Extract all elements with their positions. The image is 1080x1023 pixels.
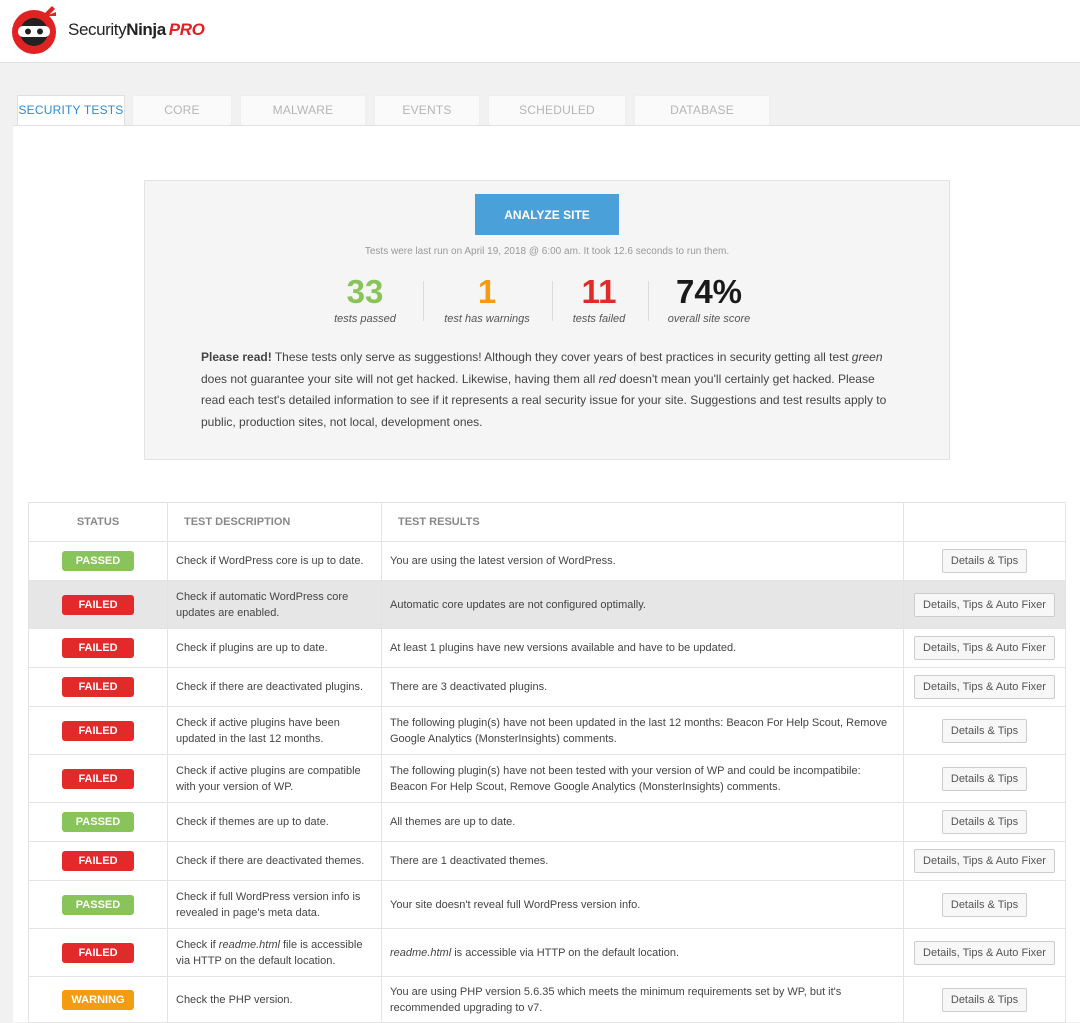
- status-badge: FAILED: [62, 720, 134, 741]
- test-results-table: Status Test Description Test Results PAS…: [28, 502, 1066, 1023]
- test-result: The following plugin(s) have not been te…: [381, 754, 904, 803]
- test-result: Automatic core updates are not configure…: [381, 580, 904, 629]
- details-tips-button[interactable]: Details & Tips: [941, 549, 1028, 573]
- test-result: You are using PHP version 5.6.35 which m…: [381, 976, 904, 1023]
- test-description: Check if themes are up to date.: [167, 802, 382, 842]
- stat-passed-value: 33: [346, 273, 384, 310]
- tab-malware-scanner[interactable]: Malware Scanner: [240, 95, 366, 146]
- test-result: There are 3 deactivated plugins.: [381, 667, 904, 707]
- header-description: Test Description: [167, 502, 382, 542]
- table-row: FAILED Check if readme.html file is acce…: [28, 928, 1066, 977]
- test-result: At least 1 plugins have new versions ava…: [381, 628, 904, 668]
- tab-scheduled-scanner[interactable]: Scheduled Scanner: [488, 95, 626, 146]
- test-description: Check if active plugins have been update…: [167, 706, 382, 755]
- tab-core-scanner[interactable]: Core Scanner: [132, 95, 232, 146]
- stat-failed-label: tests failed: [572, 313, 626, 325]
- table-row: FAILED Check if plugins are up to date. …: [28, 628, 1066, 668]
- test-description: Check if readme.html file is accessible …: [167, 928, 382, 977]
- test-result: All themes are up to date.: [381, 802, 904, 842]
- test-result: Your site doesn't reveal full WordPress …: [381, 880, 904, 929]
- security-tests-panel: ANALYZE SITE Tests were last run on Apri…: [13, 125, 1080, 1023]
- stat-warnings: 1 test has warnings: [435, 273, 539, 325]
- stat-passed-label: tests passed: [334, 313, 396, 325]
- stat-warnings-value: 1: [477, 273, 497, 310]
- details-tips-button[interactable]: Details & Tips: [941, 766, 1028, 791]
- status-badge: WARNING: [62, 989, 134, 1010]
- table-row: FAILED Check if there are deactivated th…: [28, 841, 1066, 881]
- test-result: readme.html is accessible via HTTP on th…: [381, 928, 904, 977]
- test-description: Check if automatic WordPress core update…: [167, 580, 382, 629]
- status-badge: FAILED: [62, 594, 134, 615]
- details-tips-button[interactable]: Details & Tips: [941, 810, 1028, 834]
- details-tips-button[interactable]: Details & Tips: [941, 892, 1028, 917]
- stat-divider: [423, 281, 424, 321]
- status-badge: FAILED: [62, 677, 134, 697]
- tab-database-optimizer[interactable]: Database Optimizer: [634, 95, 770, 146]
- disclaimer-notice: Please read! These tests only serve as s…: [201, 350, 887, 429]
- test-description: Check if plugins are up to date.: [167, 628, 382, 668]
- stat-divider: [648, 281, 649, 321]
- table-row: PASSED Check if full WordPress version i…: [28, 880, 1066, 929]
- table-row: PASSED Check if WordPress core is up to …: [28, 541, 1066, 581]
- stat-divider: [552, 281, 553, 321]
- test-description: Check if active plugins are compatible w…: [167, 754, 382, 803]
- table-row: WARNING Check the PHP version. You are u…: [28, 976, 1066, 1023]
- status-badge: FAILED: [62, 768, 134, 789]
- details-tips-auto-fixer-button[interactable]: Details, Tips & Auto Fixer: [914, 940, 1055, 965]
- status-badge: PASSED: [62, 551, 134, 571]
- details-tips-auto-fixer-button[interactable]: Details, Tips & Auto Fixer: [914, 592, 1055, 617]
- test-description: Check if WordPress core is up to date.: [167, 541, 382, 581]
- table-row: FAILED Check if automatic WordPress core…: [28, 580, 1066, 629]
- test-description: Check if there are deactivated plugins.: [167, 667, 382, 707]
- details-tips-auto-fixer-button[interactable]: Details, Tips & Auto Fixer: [914, 636, 1055, 660]
- details-tips-auto-fixer-button[interactable]: Details, Tips & Auto Fixer: [914, 675, 1055, 699]
- table-row: PASSED Check if themes are up to date. A…: [28, 802, 1066, 842]
- logo: SecurityNinja PRO: [8, 4, 205, 56]
- stat-score-value: 74%: [675, 273, 743, 310]
- header-status: Status: [28, 502, 168, 542]
- test-description: Check the PHP version.: [167, 976, 382, 1023]
- top-bar: SecurityNinja PRO: [0, 0, 1080, 63]
- ninja-logo-icon: [12, 6, 56, 54]
- stat-warnings-label: test has warnings: [444, 313, 530, 325]
- status-badge: FAILED: [62, 942, 134, 963]
- details-tips-button[interactable]: Details & Tips: [941, 718, 1028, 743]
- status-badge: PASSED: [62, 894, 134, 915]
- header-actions: [903, 502, 1066, 542]
- status-badge: FAILED: [62, 638, 134, 658]
- test-description: Check if there are deactivated themes.: [167, 841, 382, 881]
- stat-score: 74% overall site score: [659, 273, 759, 325]
- brand-name: SecurityNinja PRO: [68, 20, 205, 39]
- stat-failed: 11 tests failed: [561, 273, 637, 325]
- analyze-site-button[interactable]: ANALYZE SITE: [475, 194, 619, 235]
- analyze-summary-box: ANALYZE SITE Tests were last run on Apri…: [144, 180, 950, 460]
- stat-passed: 33 tests passed: [325, 273, 405, 325]
- details-tips-auto-fixer-button[interactable]: Details, Tips & Auto Fixer: [914, 849, 1055, 873]
- tab-events-logger[interactable]: Events Logger: [374, 95, 480, 146]
- stat-failed-value: 11: [581, 273, 617, 310]
- table-row: FAILED Check if there are deactivated pl…: [28, 667, 1066, 707]
- status-badge: FAILED: [62, 851, 134, 871]
- table-header-row: Status Test Description Test Results: [28, 502, 1066, 542]
- header-results: Test Results: [381, 502, 904, 542]
- table-row: FAILED Check if active plugins are compa…: [28, 754, 1066, 803]
- stats-row: 33 tests passed 1 test has warnings 11 t…: [325, 273, 765, 327]
- last-run-text: Tests were last run on April 19, 2018 @ …: [364, 246, 730, 257]
- status-badge: PASSED: [62, 812, 134, 832]
- test-result: There are 1 deactivated themes.: [381, 841, 904, 881]
- test-description: Check if full WordPress version info is …: [167, 880, 382, 929]
- details-tips-button[interactable]: Details & Tips: [941, 987, 1028, 1012]
- test-result: You are using the latest version of Word…: [381, 541, 904, 581]
- test-result: The following plugin(s) have not been up…: [381, 706, 904, 755]
- tab-security-tests[interactable]: Security Tests: [17, 95, 125, 127]
- table-row: FAILED Check if active plugins have been…: [28, 706, 1066, 755]
- stat-score-label: overall site score: [667, 313, 751, 325]
